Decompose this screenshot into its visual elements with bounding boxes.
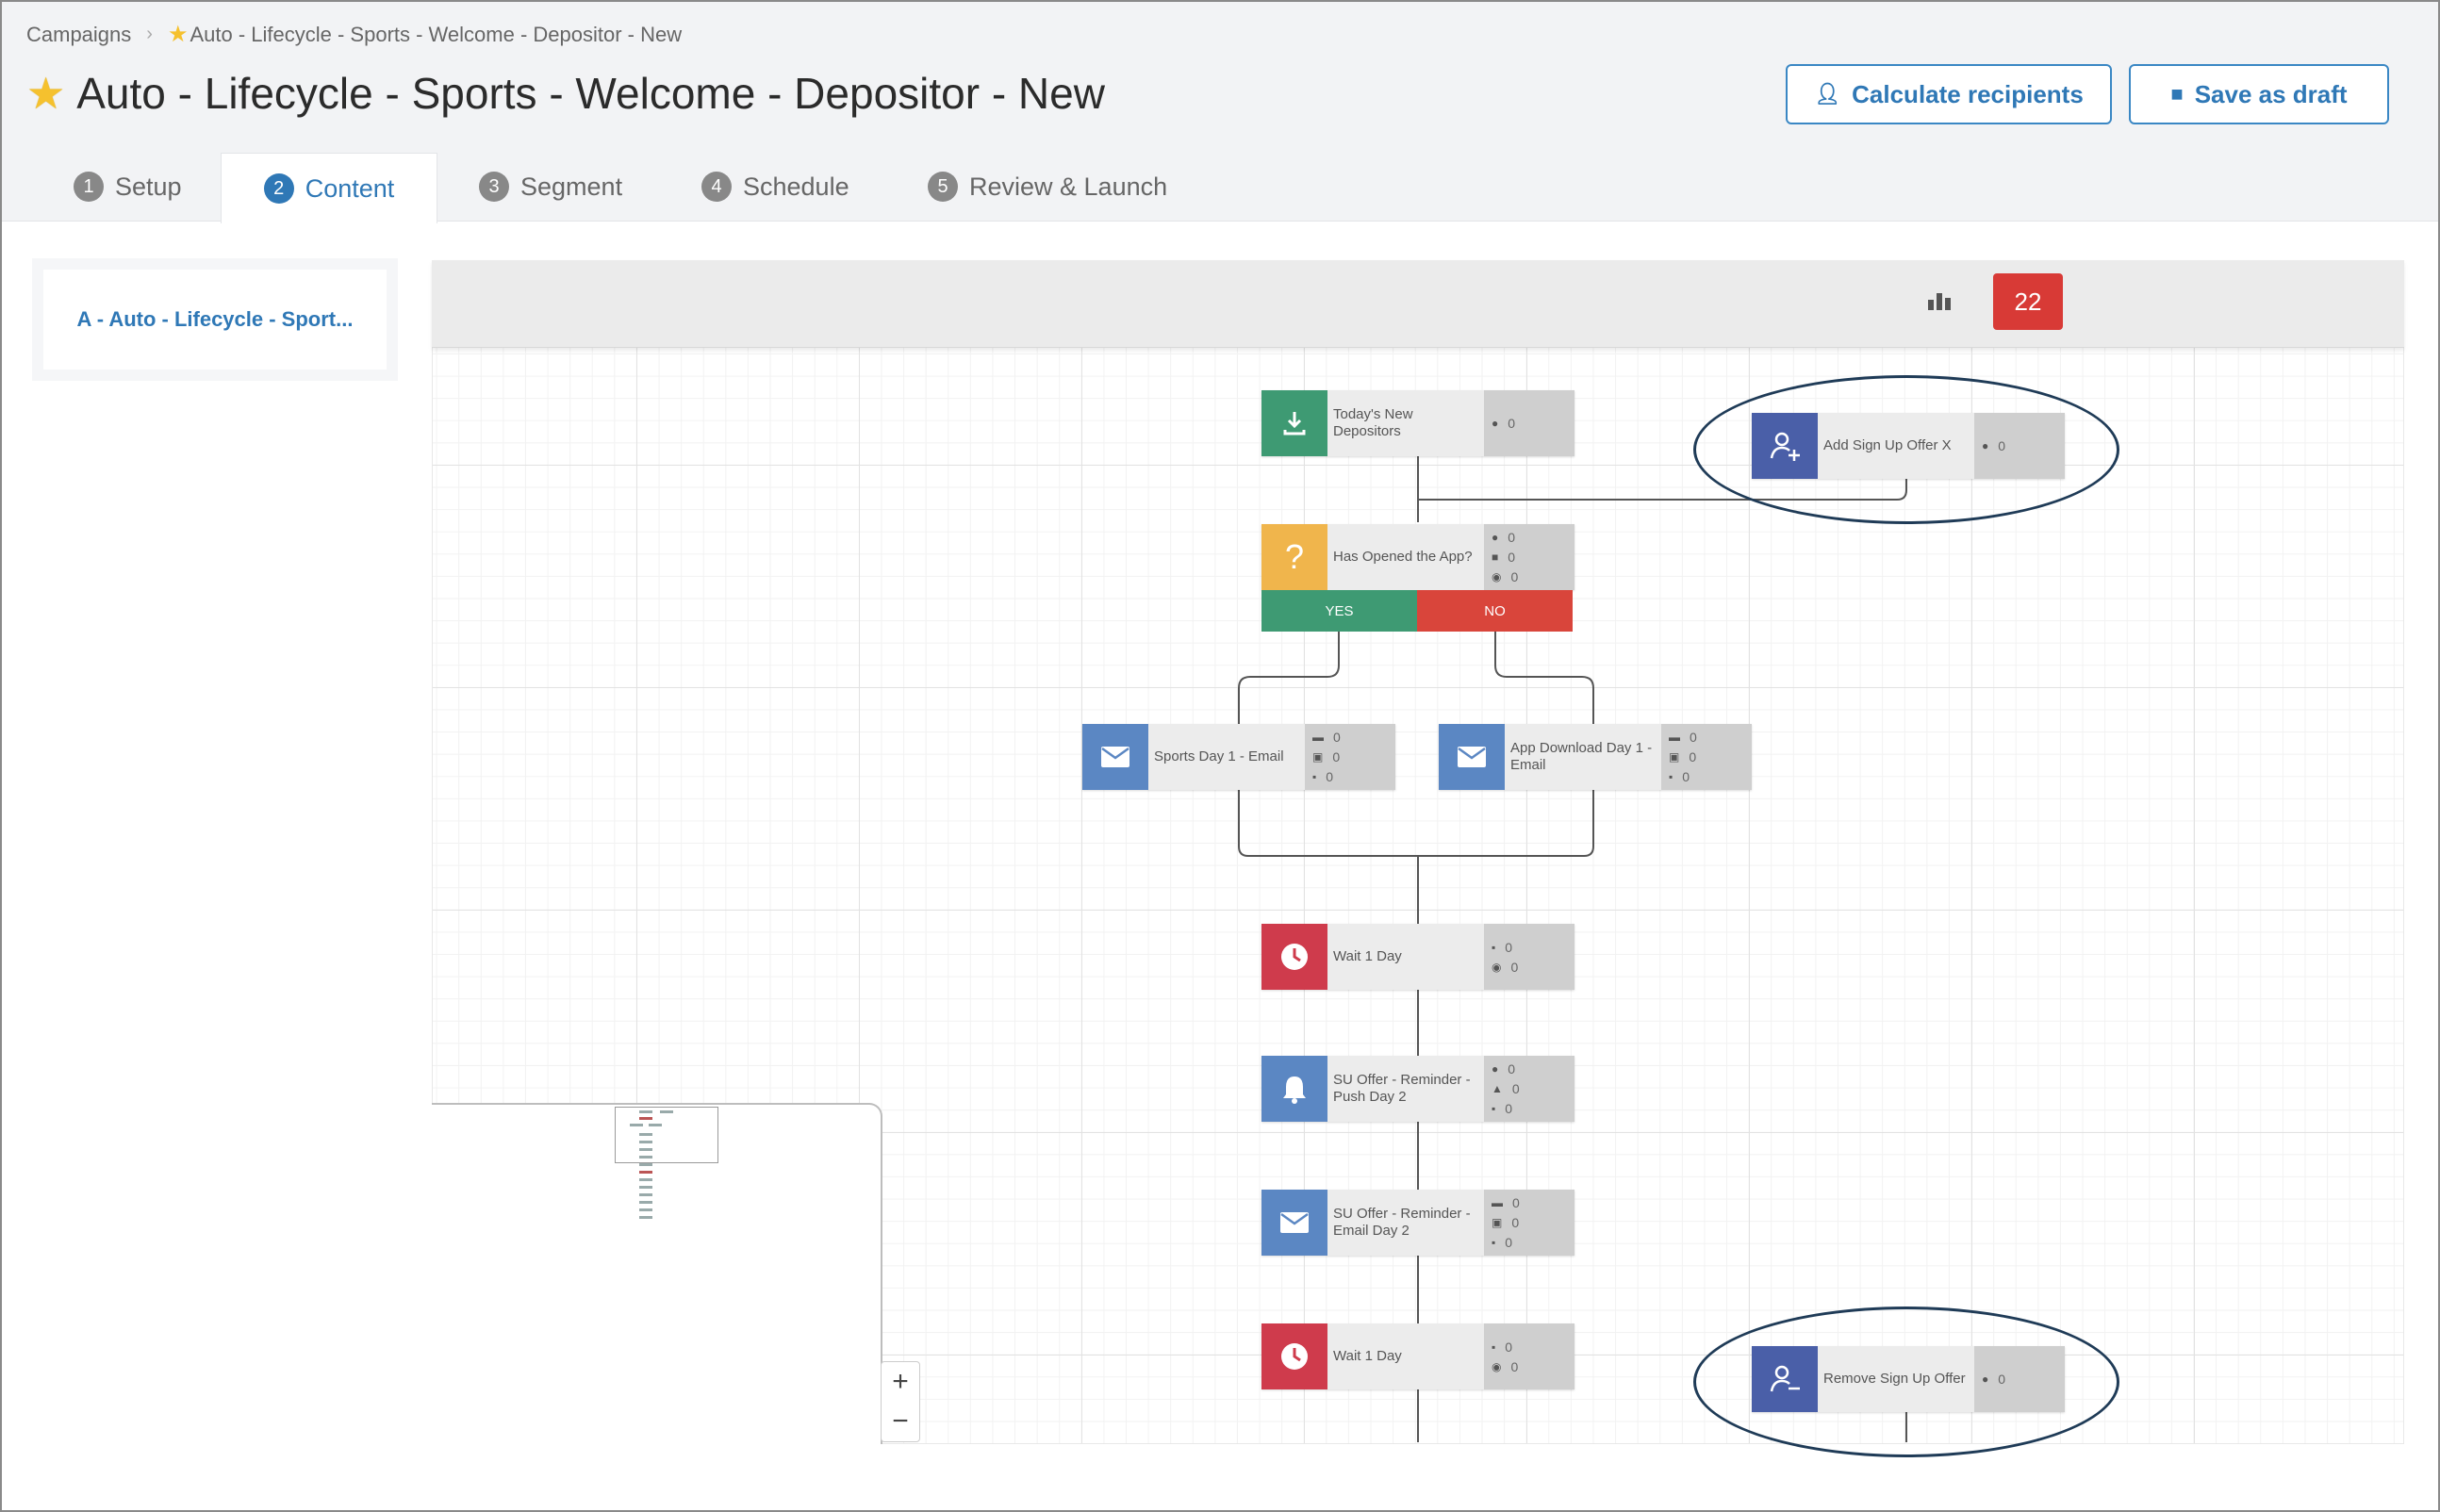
node-stats: ● 0 ▲ 0 ▪ 0 [1484,1056,1574,1122]
stat-value: 0 [1508,530,1516,545]
node-stats: ● 0 [1484,390,1574,456]
sent-icon: ▬ [1312,731,1324,744]
node-stats: ▪ 0 ◉ 0 [1484,1323,1574,1389]
node-stats: ▬ 0 ▣ 0 ▪ 0 [1484,1190,1574,1256]
stat-value: 0 [1511,1081,1520,1096]
clock-icon [1261,1323,1327,1389]
envelope-icon [1439,724,1505,790]
stat-value: 0 [1508,416,1516,431]
clock-icon: ◉ [1492,960,1502,974]
node-label: Sports Day 1 - Email [1148,724,1305,790]
notification-count-badge[interactable]: 22 [1993,273,2063,330]
zoom-controls: + − [881,1361,920,1442]
stat-value: 0 [1511,1215,1520,1230]
stat-value: 0 [1508,550,1516,565]
recipients-icon: ● [1492,1062,1499,1076]
inbox-icon: ▣ [1312,750,1324,764]
node-stats: ▬ 0 ▣ 0 ▪ 0 [1661,724,1752,790]
canvas-minimap[interactable] [432,1103,882,1444]
node-todays-new-depositors[interactable]: Today's New Depositors ● 0 [1261,390,1574,456]
sent-icon: ▬ [1669,731,1680,744]
clock-icon: ◉ [1492,570,1502,583]
stat-value: 0 [1510,1358,1519,1374]
stat-value: 0 [1326,769,1334,784]
canvas-toolbar: 22 [432,260,2404,348]
stat-value: 0 [1510,569,1519,584]
node-wait-1-day-2[interactable]: Wait 1 Day ▪ 0 ◉ 0 [1261,1323,1574,1389]
stat-value: 0 [1689,749,1697,764]
node-label: Has Opened the App? [1327,524,1484,590]
stat-value: 0 [1333,730,1341,745]
stat-value: 0 [1505,1101,1513,1116]
stat-value: 0 [1682,769,1690,784]
click-icon: ▪ [1492,1102,1496,1115]
node-label: Wait 1 Day [1327,1323,1484,1389]
node-label: SU Offer - Reminder - Email Day 2 [1327,1190,1484,1256]
yes-branch[interactable]: YES [1261,590,1417,632]
highlight-oval [1693,375,2119,524]
click-icon: ▪ [1312,770,1317,783]
envelope-icon [1082,724,1148,790]
inbox-icon: ▣ [1492,1216,1503,1229]
click-icon: ▪ [1492,1236,1496,1249]
node-has-opened-app[interactable]: ? Has Opened the App? ● 0 ■ 0 ◉ 0 [1261,524,1574,590]
bell-small-icon: ▲ [1492,1082,1503,1095]
node-label: Wait 1 Day [1327,924,1484,990]
stat-value: 0 [1512,1195,1520,1210]
no-branch[interactable]: NO [1417,590,1573,632]
highlight-oval [1693,1307,2119,1457]
click-icon: ▪ [1669,770,1673,783]
opened-icon: ■ [1492,551,1499,564]
node-sports-day-1-email[interactable]: Sports Day 1 - Email ▬ 0 ▣ 0 ▪ 0 [1082,724,1395,790]
inbox-icon: ▣ [1669,750,1680,764]
recipients-icon: ● [1492,531,1499,544]
envelope-icon [1261,1190,1327,1256]
stat-value: 0 [1510,959,1519,975]
node-stats: ▬ 0 ▣ 0 ▪ 0 [1305,724,1395,790]
stat-value: 0 [1505,939,1513,955]
stat-value: 0 [1508,1061,1516,1076]
node-label: Today's New Depositors [1327,390,1484,456]
waiting-icon: ▪ [1492,940,1496,954]
node-stats: ▪ 0 ◉ 0 [1484,924,1574,990]
stat-value: 0 [1332,749,1341,764]
stat-value: 0 [1690,730,1697,745]
node-push-reminder[interactable]: SU Offer - Reminder - Push Day 2 ● 0 ▲ 0 ▪… [1261,1056,1574,1122]
node-label: SU Offer - Reminder - Push Day 2 [1327,1056,1484,1122]
bell-icon [1261,1056,1327,1122]
waiting-icon: ▪ [1492,1339,1496,1354]
node-label: App Download Day 1 - Email [1505,724,1661,790]
app-window: Campaigns › ★ Auto - Lifecycle - Sports … [0,0,2440,1512]
download-icon [1261,390,1327,456]
sent-icon: ▬ [1492,1196,1503,1209]
question-icon: ? [1261,524,1327,590]
node-email-reminder[interactable]: SU Offer - Reminder - Email Day 2 ▬ 0 ▣ 0 … [1261,1190,1574,1256]
node-wait-1-day[interactable]: Wait 1 Day ▪ 0 ◉ 0 [1261,924,1574,990]
node-stats: ● 0 ■ 0 ◉ 0 [1484,524,1574,590]
clock-icon [1261,924,1327,990]
zoom-in-button[interactable]: + [882,1362,919,1402]
stat-value: 0 [1505,1339,1513,1355]
clock-icon: ◉ [1492,1359,1502,1373]
bar-chart-icon[interactable] [1927,290,1952,311]
recipients-icon: ● [1492,417,1499,430]
zoom-out-button[interactable]: − [882,1402,919,1441]
stat-value: 0 [1505,1235,1513,1250]
minimap-preview [630,1110,673,1219]
yes-no-branch: YES NO [1261,590,1573,632]
node-app-download-email[interactable]: App Download Day 1 - Email ▬ 0 ▣ 0 ▪ 0 [1439,724,1752,790]
